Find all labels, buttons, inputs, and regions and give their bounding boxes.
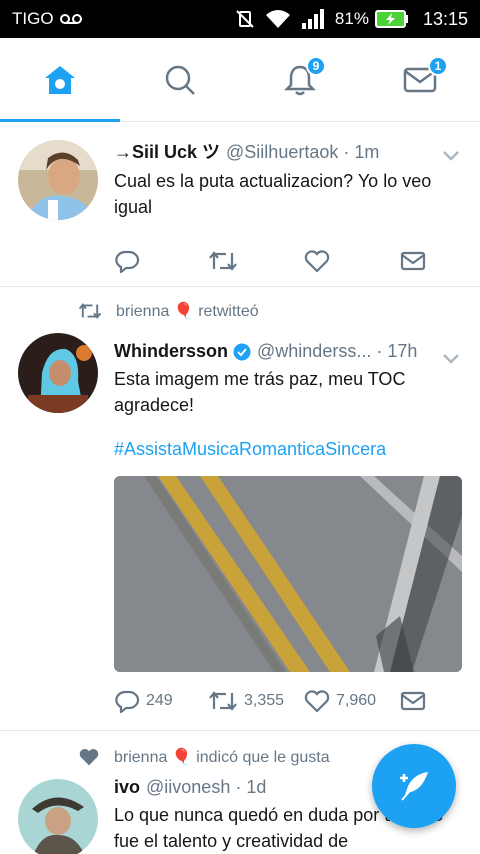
tweet-time: 17h [387,341,418,361]
notifications-badge: 9 [306,56,326,76]
user-handle[interactable]: @iivonesh [146,777,230,798]
separator: · [235,777,242,797]
tweet-time: 1m [354,142,380,162]
tweet-actions: 249 3,355 7,960 [114,686,462,716]
like-count: 7,960 [336,692,377,709]
tweet-image[interactable] [114,476,462,672]
hashtag-link[interactable]: #AssistaMusicaRomanticaSincera [114,436,462,462]
like-button[interactable] [304,249,330,273]
reply-icon [115,250,140,273]
mail-icon [400,251,426,271]
verified-badge-icon [233,343,251,360]
user-name[interactable]: →Siil Uck ツ [114,138,220,164]
like-button[interactable]: 7,960 [304,689,376,713]
status-bar: TIGO 81% 13:15 [0,0,480,38]
compose-feather-icon [400,772,428,801]
user-handle[interactable]: @whinderss... [257,341,371,362]
tab-home[interactable] [0,38,120,122]
clock: 13:15 [422,8,468,29]
battery-charging-icon [374,10,408,28]
tab-messages[interactable]: 1 [360,38,480,121]
chevron-down-icon[interactable] [442,353,460,365]
reply-button[interactable]: 249 [114,689,173,713]
search-icon [165,65,195,95]
compose-tweet-button[interactable] [372,744,456,828]
retweet-button[interactable] [208,249,238,273]
user-name[interactable]: ivo [114,777,140,798]
retweet-context: brienna 🎈 retwitteó [78,301,259,321]
battery-percent: 81% [334,9,369,28]
retweet-count: 3,355 [244,692,285,709]
carrier-name: TIGO [12,9,54,28]
avatar[interactable] [18,779,98,854]
messages-badge: 1 [428,56,448,76]
vibrate-off-icon [236,10,254,28]
user-name[interactable]: Whindersson [114,341,228,362]
tweet[interactable]: →Siil Uck ツ @Siilhuertaok · 1m Cual es l… [0,122,480,287]
tab-notifications[interactable]: 9 [240,38,360,121]
top-navigation: 9 1 [0,38,480,122]
tweet-text: Cual es la puta actualizacion? Yo lo veo… [114,171,432,217]
heart-icon [304,690,330,713]
avatar[interactable] [18,333,98,413]
voicemail-icon [59,14,82,24]
chevron-down-icon[interactable] [442,150,460,162]
mail-icon [400,691,426,711]
reply-button[interactable] [114,249,140,273]
separator: · [376,341,383,361]
reply-icon [115,690,140,713]
tweet-time: 1d [246,777,267,797]
carrier-info: TIGO [12,9,82,29]
user-handle[interactable]: @Siilhuertaok [226,142,338,163]
retweet-button[interactable]: 3,355 [208,689,284,713]
wifi-icon [265,10,290,28]
direct-message-button[interactable] [400,690,426,712]
retweet-icon [209,691,237,711]
tweet-text: Esta imagem me trás paz, meu TOC agradec… [114,369,406,415]
tweet[interactable]: brienna 🎈 retwitteó Whindersson @whinder… [0,287,480,731]
like-context-text[interactable]: brienna 🎈 indicó que le gusta [114,747,330,767]
heart-icon [304,250,330,273]
direct-message-button[interactable] [400,250,426,272]
reply-count: 249 [146,692,173,709]
retweet-icon [209,251,237,271]
separator: · [343,142,350,162]
avatar[interactable] [18,140,98,220]
retweet-icon [78,303,102,319]
tab-search[interactable] [120,38,240,121]
like-context: brienna 🎈 indicó que le gusta [78,747,330,767]
signal-icon [301,9,324,29]
tweet-actions [114,246,462,276]
retweet-context-text[interactable]: brienna 🎈 retwitteó [116,301,259,321]
home-icon [45,65,75,94]
heart-filled-icon [79,748,99,766]
